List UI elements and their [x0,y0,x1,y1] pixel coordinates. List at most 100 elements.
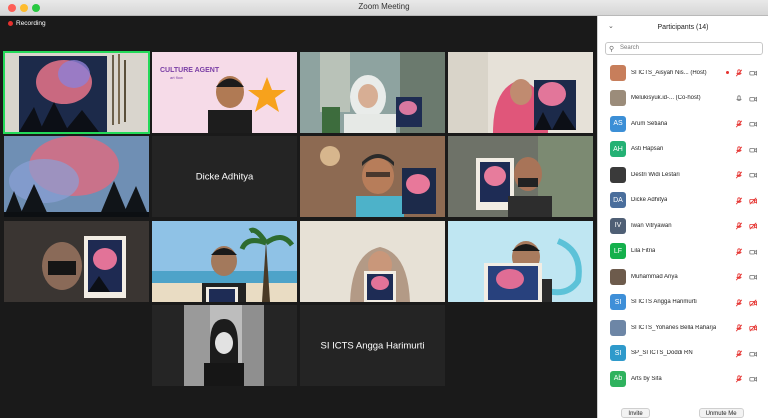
participant-row[interactable]: AS Arum Setiana [598,111,768,137]
microphone-muted-icon[interactable] [735,94,743,103]
unmute-me-button[interactable]: Unmute Me [698,408,744,418]
participants-footer: Invite Unmute Me [597,408,768,418]
participant-name-label: Dicke Adhitya [195,171,254,182]
microphone-muted-icon[interactable] [735,349,743,358]
participant-name: SI ICTS_Aisyah Nis... (Host) [631,69,707,76]
svg-text:art flow: art flow [170,75,183,80]
video-tile-3[interactable] [300,52,445,133]
avatar: DA [610,192,626,209]
video-feed [448,136,593,217]
avatar: IV [610,217,626,234]
microphone-muted-icon[interactable] [735,171,743,179]
camera-icon[interactable] [749,248,757,256]
participant-row[interactable]: Destri Widi Lestari [598,162,768,188]
microphone-muted-icon[interactable] [735,120,743,128]
participant-row[interactable]: SI SP_SI ICTS_Doddi RN [598,341,768,367]
participants-panel: ⌄ Participants (14) ⚲ Search SI ICTS_Ais… [597,16,768,418]
camera-icon[interactable] [749,350,757,358]
camera-icon[interactable] [749,171,757,179]
microphone-muted-icon[interactable] [735,69,743,77]
avatar [610,268,626,285]
avatar: LF [610,243,626,260]
participants-title: Participants (14) [657,23,709,31]
avatar: SI [610,294,626,311]
video-feed [300,52,445,133]
svg-text:CULTURE AGENT: CULTURE AGENT [160,67,220,74]
participant-row[interactable]: SI ICTS_Aisyah Nis... (Host) [598,60,768,86]
video-tile-5[interactable] [4,136,149,217]
video-tile-11[interactable] [300,221,445,302]
zoom-window: Zoom Meeting Recording CULTURE AGENT art… [0,0,768,418]
microphone-muted-icon[interactable] [735,145,743,154]
video-tile-10[interactable] [152,221,297,302]
recording-indicator[interactable]: Recording [8,20,46,27]
video-tile-6[interactable]: Dicke Adhitya [152,136,297,217]
participant-row[interactable]: Ab Arts by Sifa [598,366,768,392]
participant-name: Arum Setiana [631,120,668,127]
microphone-muted-icon[interactable] [735,247,743,256]
video-tile-2[interactable]: CULTURE AGENT art flow [152,52,297,133]
video-feed [448,221,593,302]
participant-row[interactable]: LF Lila Fitria [598,239,768,265]
participants-header: ⌄ Participants (14) [598,16,768,38]
microphone-muted-icon[interactable] [735,196,743,205]
video-tile-14[interactable]: SI ICTS Angga Harimurti [300,305,445,386]
video-tile-9[interactable] [4,221,149,302]
camera-icon[interactable] [749,273,757,281]
camera-icon[interactable] [749,146,757,154]
recording-label: Recording [16,20,46,27]
avatar: SI [610,345,626,362]
participant-row[interactable]: Melukisyuk.id-... (Co-host) [598,86,768,112]
video-feed [152,305,297,386]
video-tile-12[interactable] [448,221,593,302]
participant-name: Arts by Sifa [631,375,662,382]
video-feed [152,221,297,302]
camera-icon[interactable] [749,375,757,383]
participant-row[interactable]: Muhammad Ariya [598,264,768,290]
video-tile-8[interactable] [448,136,593,217]
participant-name: SP_SI ICTS_Doddi RN [631,350,693,357]
participant-row[interactable]: SI SI ICTS Angga Harimurti [598,290,768,316]
video-tile-13[interactable] [152,305,297,386]
participant-name: Melukisyuk.id-... (Co-host) [631,95,701,102]
camera-icon[interactable] [749,95,757,103]
microphone-muted-icon[interactable] [735,375,743,383]
participant-row[interactable]: AH Asti Hapsari [598,137,768,163]
video-feed [4,221,149,302]
participant-name: Muhammad Ariya [631,273,678,280]
title-bar: Zoom Meeting [0,0,768,16]
search-icon: ⚲ [609,46,615,53]
video-tile-4[interactable] [448,52,593,133]
participant-name: Dicke Adhitya [631,197,668,204]
video-tile-1[interactable] [3,51,150,134]
camera-icon[interactable] [749,120,757,128]
recording-dot-icon [726,71,729,74]
camera-icon[interactable] [749,69,757,77]
window-title: Zoom Meeting [358,2,410,11]
avatar [610,166,626,183]
camera-off-icon[interactable] [749,299,757,307]
microphone-muted-icon[interactable] [735,324,743,332]
camera-off-icon[interactable] [749,324,757,332]
participant-row[interactable]: DA Dicke Adhitya [598,188,768,214]
video-feed [4,52,149,133]
microphone-muted-icon[interactable] [735,298,743,307]
avatar: Ab [610,370,626,387]
video-feed [448,52,593,133]
avatar: AS [610,115,626,132]
participant-row[interactable]: IV Iwan Vitryawan [598,213,768,239]
participant-name: Destri Widi Lestari [631,171,680,178]
camera-off-icon[interactable] [749,197,757,205]
participant-row[interactable]: SI ICTS_Yohanes Bella Raharja [598,315,768,341]
avatar [610,64,626,81]
camera-off-icon[interactable] [749,222,757,230]
avatar [610,90,626,107]
microphone-muted-icon[interactable] [735,222,743,230]
invite-button[interactable]: Invite [621,408,650,418]
microphone-muted-icon[interactable] [735,273,743,281]
chevron-down-icon[interactable]: ⌄ [608,22,614,30]
video-tile-7[interactable] [300,136,445,217]
participant-name: Iwan Vitryawan [631,222,672,229]
search-input[interactable]: ⚲ Search [605,42,763,55]
record-dot-icon [8,21,13,26]
